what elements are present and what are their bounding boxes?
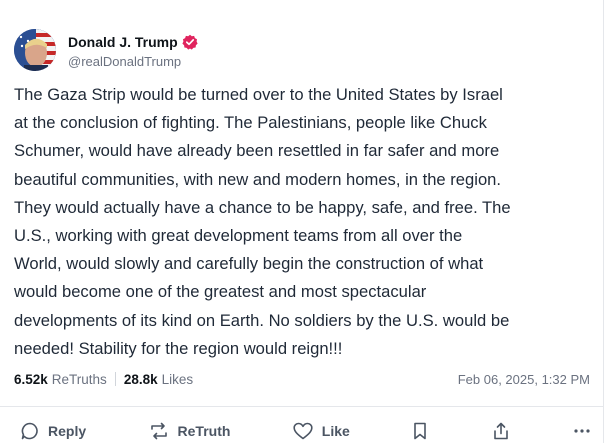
retruth-button[interactable]: ReTruth	[148, 421, 231, 441]
display-name-row: Donald J. Trump	[68, 32, 198, 52]
retruth-label: ReTruth	[177, 423, 231, 439]
author-handle[interactable]: @realDonaldTrump	[68, 54, 198, 69]
post-text: The Gaza Strip would be turned over to t…	[14, 85, 511, 358]
post-stats: 6.52k ReTruths 28.8k Likes Feb 06, 2025,…	[14, 369, 590, 389]
verified-badge-icon	[182, 34, 198, 50]
reply-button[interactable]: Reply	[20, 421, 86, 441]
more-icon	[572, 421, 592, 441]
author-names: Donald J. Trump @realDonaldTrump	[68, 32, 198, 69]
like-button[interactable]: Like	[292, 421, 350, 441]
share-icon	[491, 421, 511, 441]
reply-label: Reply	[48, 423, 87, 439]
like-icon	[292, 421, 314, 441]
post-card: Donald J. Trump @realDonaldTrump The Gaz…	[0, 0, 604, 443]
action-bar: Reply ReTruth Like	[20, 418, 592, 444]
like-label: Like	[321, 423, 350, 439]
share-button[interactable]	[491, 421, 511, 441]
bookmark-icon	[411, 421, 429, 441]
stats-divider	[114, 372, 116, 386]
avatar-image	[14, 29, 56, 71]
reply-icon	[20, 421, 40, 441]
avatar[interactable]	[14, 29, 56, 71]
likes-label[interactable]: Likes	[162, 372, 194, 387]
likes-count[interactable]: 28.8k	[124, 372, 158, 387]
retruths-label[interactable]: ReTruths	[52, 372, 107, 387]
post-header: Donald J. Trump @realDonaldTrump	[14, 29, 198, 71]
bookmark-button[interactable]	[411, 421, 429, 441]
retruths-count[interactable]: 6.52k	[14, 372, 48, 387]
post-timestamp[interactable]: Feb 06, 2025, 1:32 PM	[458, 372, 590, 387]
retruth-icon	[148, 421, 170, 441]
display-name[interactable]: Donald J. Trump	[68, 34, 178, 50]
actions-divider	[0, 406, 604, 407]
more-options-button[interactable]	[572, 421, 592, 441]
